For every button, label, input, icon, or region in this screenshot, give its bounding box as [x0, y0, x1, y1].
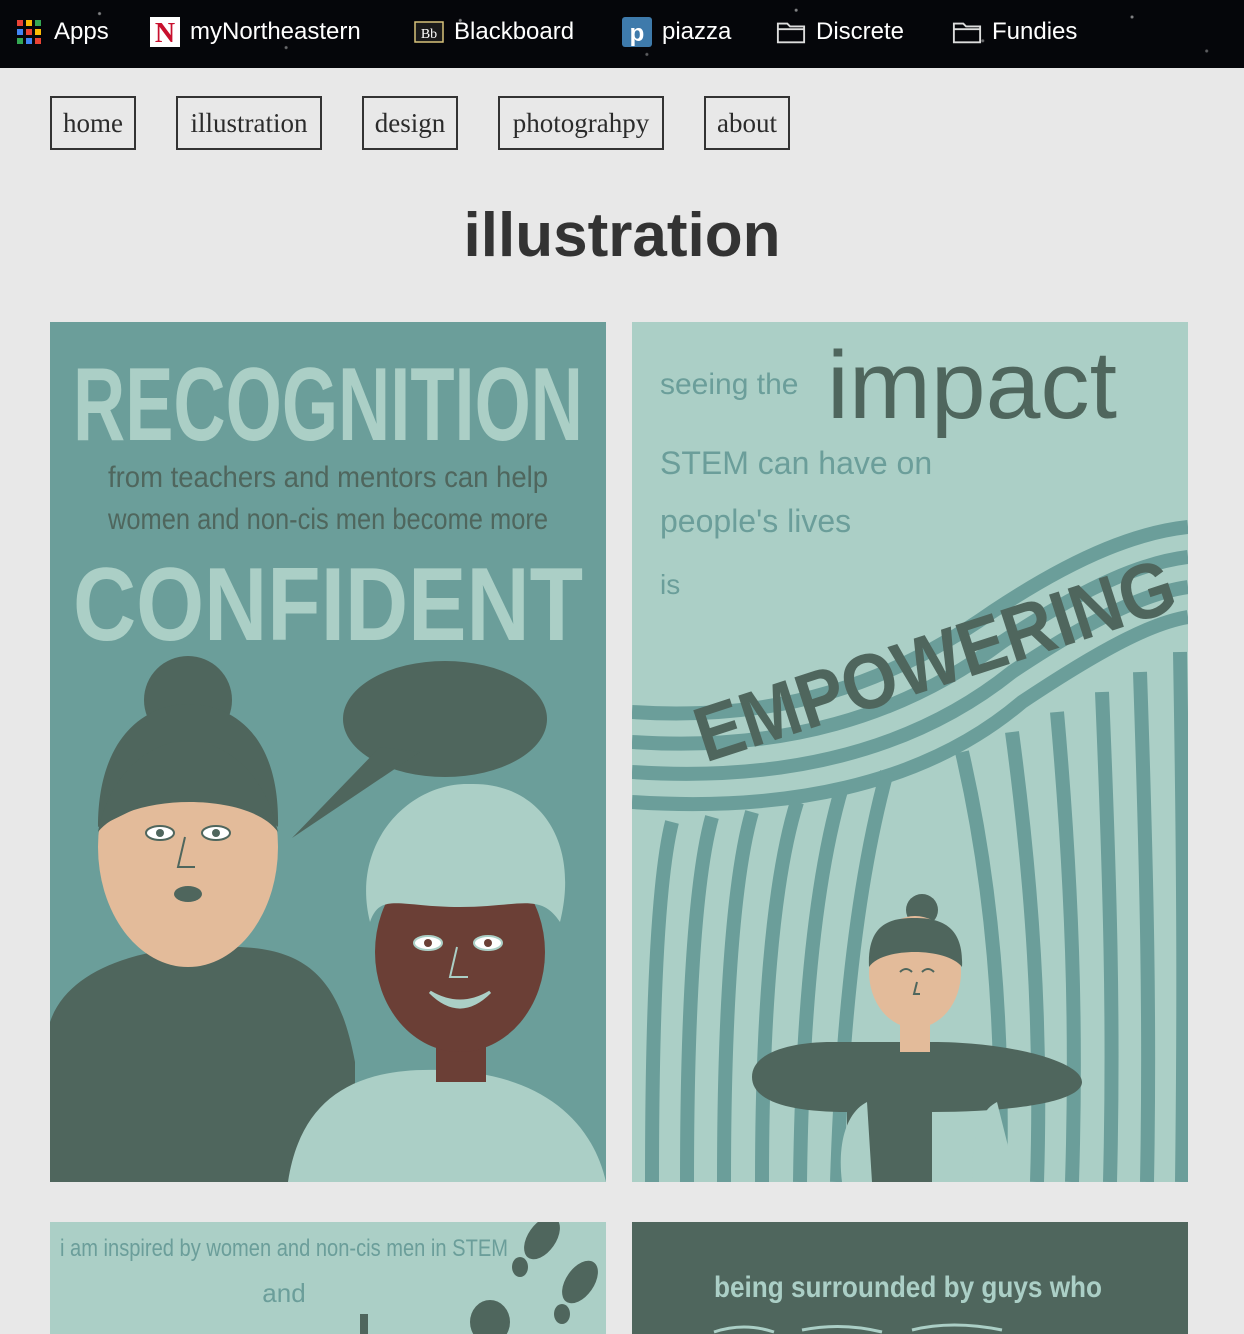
- illustration-recognition[interactable]: RECOGNITION from teachers and mentors ca…: [50, 322, 606, 1182]
- bookmark-fundies[interactable]: Fundies: [952, 14, 1077, 50]
- svg-text:Bb: Bb: [421, 27, 437, 42]
- nav-home[interactable]: home: [50, 96, 136, 150]
- bookmark-apps[interactable]: Apps: [14, 14, 109, 50]
- bookmark-label: myNortheastern: [190, 18, 361, 45]
- bookmark-label: piazza: [662, 18, 732, 45]
- bookmarks-bar: Apps N myNortheastern Bb Blackboard p pi…: [0, 0, 1244, 68]
- big-word-text: impact: [827, 332, 1117, 439]
- piazza-icon: p: [622, 17, 652, 47]
- bookmark-discrete[interactable]: Discrete: [776, 14, 904, 50]
- nav-design[interactable]: design: [362, 96, 458, 150]
- nav-illustration[interactable]: illustration: [176, 96, 322, 150]
- body-text: women and non-cis men become more: [107, 503, 548, 536]
- body-text: people's lives: [660, 503, 851, 539]
- headline-text: RECOGNITION: [73, 347, 583, 463]
- bookmark-label: Apps: [54, 18, 109, 45]
- bookmark-mynortheastern[interactable]: N myNortheastern: [150, 14, 361, 50]
- body-text: and: [262, 1278, 305, 1308]
- page-title: illustration: [463, 201, 781, 270]
- svg-text:p: p: [630, 20, 645, 47]
- bookmark-label: Blackboard: [454, 18, 575, 45]
- illustration-inspired[interactable]: i am inspired by women and non-cis men i…: [50, 1222, 606, 1334]
- illustration-empowering[interactable]: seeing the impact STEM can have on peopl…: [632, 322, 1188, 1182]
- nav-about[interactable]: about: [704, 96, 790, 150]
- apps-grid-icon: [14, 17, 44, 47]
- body-text: seeing the: [660, 368, 798, 401]
- illustration-surrounded[interactable]: being surrounded by guys who: [632, 1222, 1188, 1334]
- bookmark-piazza[interactable]: p piazza: [622, 14, 731, 50]
- body-text: STEM can have on: [660, 445, 932, 481]
- body-text: i am inspired by women and non-cis men i…: [60, 1235, 508, 1262]
- northeastern-icon: N: [150, 17, 180, 47]
- folder-icon: [776, 17, 806, 47]
- svg-text:N: N: [155, 18, 175, 47]
- blackboard-icon: Bb: [414, 17, 444, 47]
- bookmark-label: Fundies: [992, 18, 1078, 45]
- body-text: being surrounded by guys who: [714, 1271, 1102, 1304]
- body-text: from teachers and mentors can help: [108, 461, 548, 494]
- body-text: is: [660, 569, 680, 600]
- headline-text: CONFIDENT: [73, 547, 583, 663]
- bookmark-blackboard[interactable]: Bb Blackboard: [414, 14, 574, 50]
- nav-photography[interactable]: photograhpy: [498, 96, 664, 150]
- folder-icon: [952, 17, 982, 47]
- bookmark-label: Discrete: [816, 18, 905, 45]
